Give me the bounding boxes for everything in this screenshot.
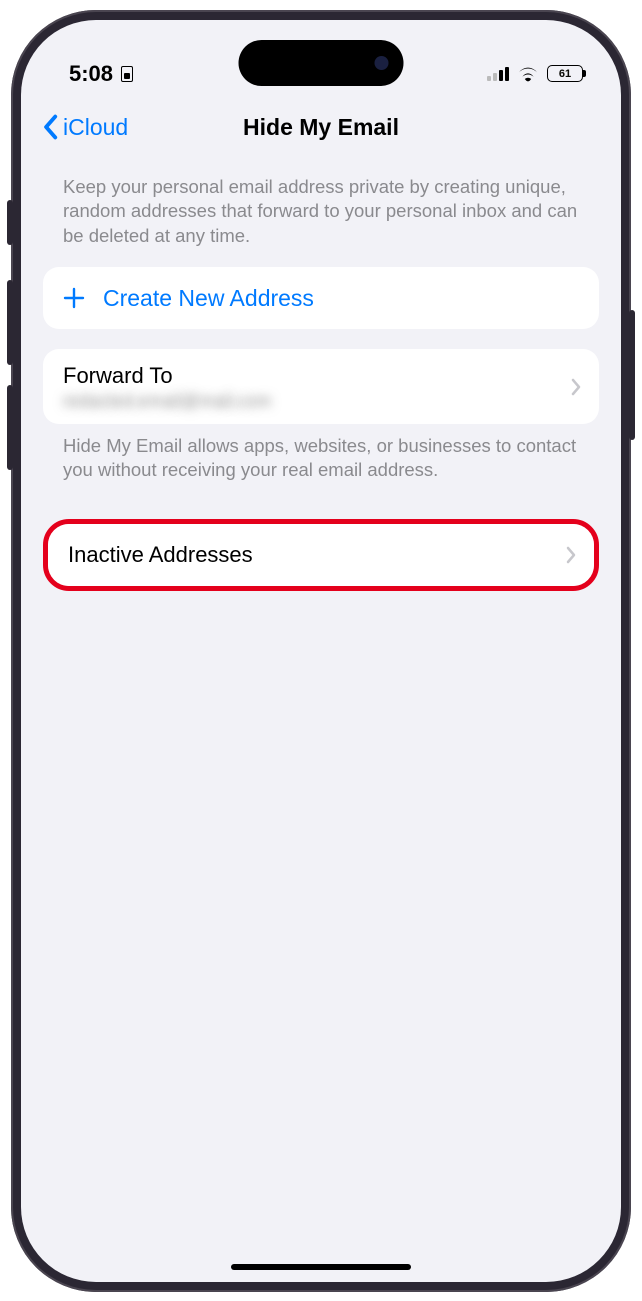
chevron-left-icon — [41, 114, 59, 140]
wifi-icon — [517, 65, 539, 83]
side-button — [7, 385, 13, 470]
side-button — [629, 310, 635, 440]
create-label: Create New Address — [103, 285, 314, 312]
side-button — [7, 200, 13, 245]
home-indicator[interactable] — [231, 1264, 411, 1270]
battery-icon: 61 — [547, 65, 583, 82]
chevron-right-icon — [566, 546, 576, 564]
forward-to-button[interactable]: Forward To redacted.email@mail.com — [43, 349, 599, 424]
create-new-address-button[interactable]: Create New Address — [43, 267, 599, 329]
orientation-lock-icon — [121, 66, 133, 82]
intro-text: Keep your personal email address private… — [43, 175, 599, 268]
phone-frame: 5:08 61 iCloud — [11, 10, 631, 1292]
dynamic-island — [239, 40, 404, 86]
side-button — [7, 280, 13, 365]
forward-footer-text: Hide My Email allows apps, websites, or … — [43, 424, 599, 482]
plus-icon — [63, 287, 85, 309]
back-button[interactable]: iCloud — [41, 114, 128, 141]
page-title: Hide My Email — [243, 114, 399, 141]
cellular-icon — [487, 67, 509, 81]
highlight-annotation: Inactive Addresses — [43, 519, 599, 591]
back-label: iCloud — [63, 114, 128, 141]
battery-level: 61 — [559, 68, 571, 80]
status-time: 5:08 — [69, 61, 113, 87]
nav-bar: iCloud Hide My Email — [21, 100, 621, 155]
forward-to-value: redacted.email@mail.com — [63, 391, 271, 412]
forward-to-label: Forward To — [63, 363, 173, 389]
inactive-label: Inactive Addresses — [68, 542, 253, 568]
inactive-addresses-button[interactable]: Inactive Addresses — [48, 524, 594, 586]
chevron-right-icon — [571, 378, 581, 396]
